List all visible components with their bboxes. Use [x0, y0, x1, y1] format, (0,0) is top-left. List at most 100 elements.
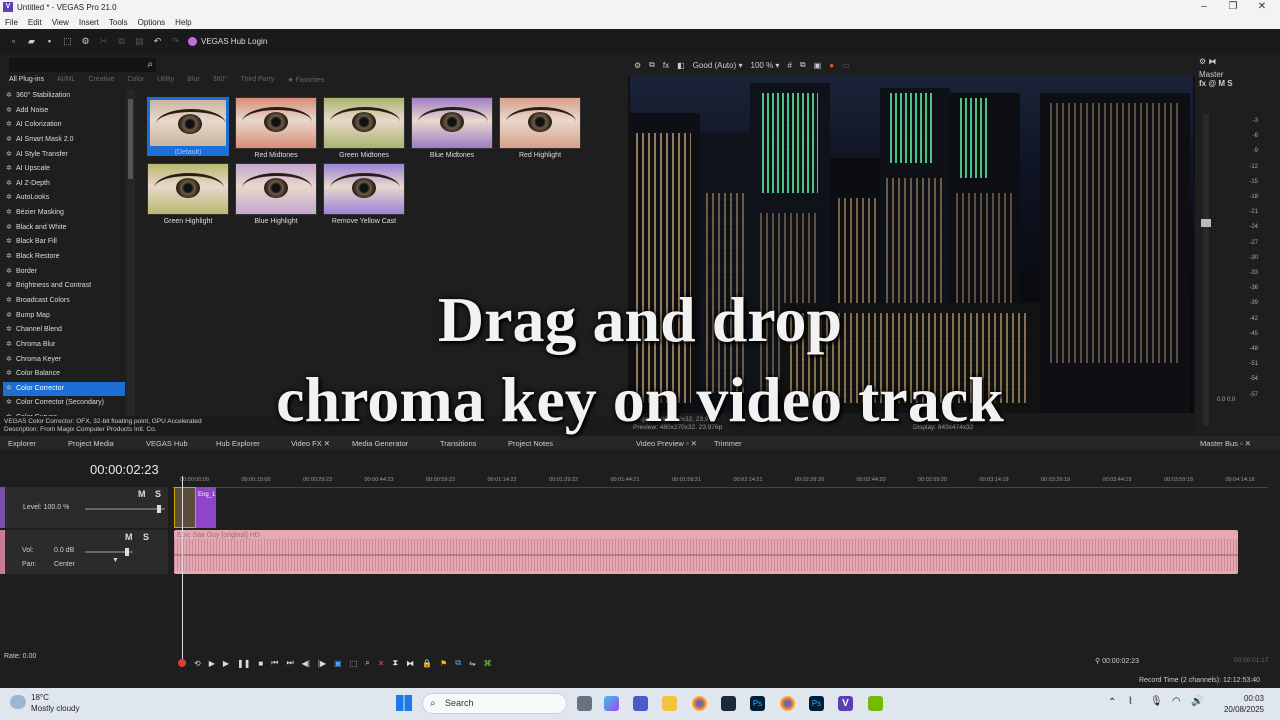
master-settings-icon[interactable]: ⚙	[1199, 57, 1206, 66]
photoshop-icon[interactable]: Ps	[750, 696, 765, 711]
plugin-item[interactable]: Broadcast Colors	[3, 294, 125, 309]
vol-slider[interactable]	[85, 548, 133, 556]
audio-clip[interactable]: Epic Sax Guy [original] HD	[174, 530, 1238, 574]
video-track-header[interactable]: M S Level: 100.0 %	[0, 487, 168, 528]
tab-project-media[interactable]: Project Media	[68, 439, 114, 448]
tab-all-plugins[interactable]: All Plug-ins	[9, 76, 44, 88]
teams-icon[interactable]	[633, 696, 648, 711]
fx-search-input[interactable]: ⌕	[9, 58, 156, 72]
taskbar-search[interactable]: ⌕ Search	[422, 693, 567, 714]
video-clip-1[interactable]	[174, 487, 196, 528]
chrome-icon[interactable]	[692, 696, 707, 711]
tab-video-fx[interactable]: Video FX ✕	[291, 439, 330, 448]
task-view-icon[interactable]	[577, 696, 592, 711]
master-fx-button[interactable]: fx	[1199, 79, 1206, 88]
stop-icon[interactable]: ■	[258, 659, 263, 668]
tab-third-party[interactable]: Third Party	[240, 76, 274, 88]
plugin-item[interactable]: Channel Blend	[3, 323, 125, 338]
steam-icon[interactable]	[721, 696, 736, 711]
tab-creative[interactable]: Creative	[88, 76, 114, 88]
auto-ripple-icon[interactable]: ⇋	[469, 659, 476, 668]
master-solo-button[interactable]: S	[1227, 79, 1232, 88]
menu-options[interactable]: Options	[138, 18, 166, 27]
split-screen-icon[interactable]: ◧	[677, 61, 685, 70]
plugin-item[interactable]: Black and White	[3, 221, 125, 236]
open-folder-icon[interactable]: ▰	[26, 36, 37, 47]
cut-icon[interactable]: ✂	[98, 36, 109, 47]
vegas-taskbar-icon[interactable]: V	[838, 696, 853, 711]
tab-color[interactable]: Color	[127, 76, 144, 88]
play-from-start-icon[interactable]: ▶	[209, 659, 215, 668]
audio-solo-button[interactable]: S	[143, 532, 149, 542]
zoom-dropdown[interactable]: 100 % ▾	[751, 61, 780, 70]
play-icon[interactable]: ▶	[223, 659, 229, 668]
plugin-item[interactable]: Border	[3, 265, 125, 280]
copilot-icon[interactable]	[604, 696, 619, 711]
pause-icon[interactable]: ❚❚	[237, 659, 250, 668]
plugin-item[interactable]: Black Bar Fill	[3, 235, 125, 250]
display-icon[interactable]: ▭	[842, 61, 850, 70]
tab-ai-ml[interactable]: AI/ML	[57, 76, 75, 88]
preset-thumbnail[interactable]: Green Midtones	[323, 97, 405, 159]
preset-thumbnail[interactable]: Green Highlight	[147, 163, 229, 225]
copy-snapshot-icon[interactable]: ⧉	[800, 60, 806, 70]
maximize-icon[interactable]: ❐	[1227, 1, 1239, 12]
photoshop-2-icon[interactable]: Ps	[809, 696, 824, 711]
chrome-profile-icon[interactable]	[780, 696, 795, 711]
render-icon[interactable]: ⬚	[62, 36, 73, 47]
preset-thumbnail[interactable]: Blue Midtones	[411, 97, 493, 159]
tab-360[interactable]: 360°	[213, 76, 227, 88]
tab-project-notes[interactable]: Project Notes	[508, 439, 553, 448]
plugin-item[interactable]: AI Colorization	[3, 118, 125, 133]
tab-video-preview[interactable]: Video Preview ▫ ✕	[636, 439, 697, 448]
plugin-item[interactable]: Black Restore	[3, 250, 125, 265]
plugin-item[interactable]: AI Smart Mask 2.0	[3, 133, 125, 148]
split-icon[interactable]: ⧓	[406, 659, 414, 668]
plugin-item[interactable]: Chroma Keyer	[3, 353, 125, 368]
preset-thumbnail[interactable]: Red Midtones	[235, 97, 317, 159]
tab-transitions[interactable]: Transitions	[440, 439, 476, 448]
tab-trimmer[interactable]: Trimmer	[714, 439, 742, 448]
zoom-tool-icon[interactable]: ⌕	[365, 658, 369, 668]
master-fader[interactable]	[1201, 114, 1211, 426]
plugin-item[interactable]: Color Corrector (Secondary)	[3, 396, 125, 411]
next-frame-icon[interactable]: |▶	[318, 659, 326, 668]
plugin-list-scrollbar[interactable]	[126, 89, 135, 416]
video-mute-button[interactable]: M	[138, 489, 146, 499]
go-to-start-icon[interactable]: ⏮	[271, 658, 278, 668]
save-icon[interactable]: ▪	[44, 36, 55, 47]
video-level-slider[interactable]	[85, 505, 165, 513]
plugin-item[interactable]: Color Corrector	[3, 381, 125, 397]
video-solo-button[interactable]: S	[155, 489, 161, 499]
plugin-item[interactable]: Add Noise	[3, 104, 125, 119]
prev-frame-icon[interactable]: ◀|	[302, 659, 310, 668]
hub-login-button[interactable]: VEGAS Hub Login	[188, 37, 267, 46]
preset-thumbnail[interactable]: (Default)	[147, 97, 229, 156]
plugin-item[interactable]: Chroma Blur	[3, 338, 125, 353]
weather-widget[interactable]: 18°C Mostly cloudy	[6, 692, 79, 714]
plugin-item[interactable]: AI Style Transfer	[3, 148, 125, 163]
grid-icon[interactable]: #	[787, 61, 791, 70]
marker-icon[interactable]: ⚑	[440, 659, 447, 668]
plugin-item[interactable]: Bump Map	[3, 309, 125, 324]
menu-help[interactable]: Help	[175, 18, 191, 27]
new-file-icon[interactable]: ▫	[8, 36, 19, 47]
preview-quality-dropdown[interactable]: Good (Auto) ▾	[693, 61, 743, 70]
playhead-cursor[interactable]	[182, 476, 183, 666]
close-icon[interactable]: ✕	[1256, 1, 1268, 12]
network-icon[interactable]: ⌇	[1128, 696, 1133, 707]
volume-icon[interactable]: 🔊	[1191, 696, 1203, 707]
tab-hub-explorer[interactable]: Hub Explorer	[216, 439, 260, 448]
time-ruler[interactable]: 00:00:00:00 00:00:15:00 00:00:29:23 00:00:4…	[172, 476, 1268, 488]
plugin-item[interactable]: Bézier Masking	[3, 206, 125, 221]
save-snapshot-icon[interactable]: ▣	[814, 61, 822, 70]
plugin-item[interactable]: 360° Stabilization	[3, 89, 125, 104]
tray-chevron-icon[interactable]: ⌃	[1108, 697, 1116, 708]
copy-icon[interactable]: ⧉	[116, 36, 127, 47]
preset-thumbnail[interactable]: Blue Highlight	[235, 163, 317, 225]
tab-explorer[interactable]: Explorer	[8, 439, 36, 448]
video-clip-2[interactable]: Eng_1	[196, 487, 216, 528]
loop-icon[interactable]: ⟲	[194, 659, 201, 668]
plugin-item[interactable]: Brightness and Contrast	[3, 279, 125, 294]
menu-view[interactable]: View	[52, 18, 69, 27]
